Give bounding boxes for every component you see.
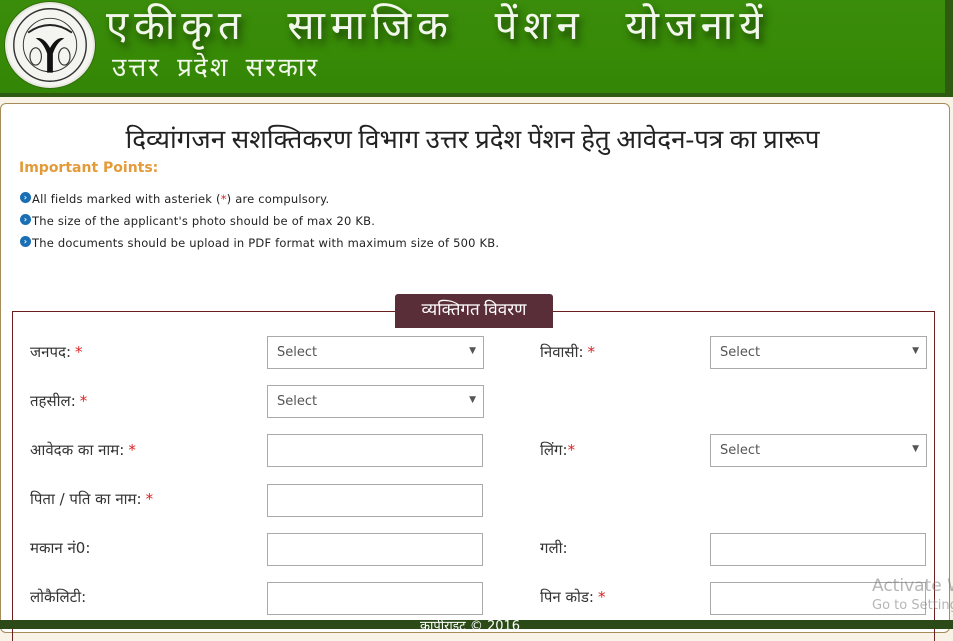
watermark-line2: Go to Settings to activate Windows.: [872, 598, 953, 613]
chevron-right-circle-icon: ›: [20, 236, 31, 247]
point-text: The documents should be upload in PDF fo…: [32, 236, 500, 250]
important-point: › The size of the applicant's photo shou…: [20, 210, 499, 232]
father-husband-name-label-text: पिता / पति का नाम:: [30, 490, 142, 508]
gender-label: लिंग:*: [540, 440, 575, 460]
niwasi-select[interactable]: Select ▼: [710, 336, 927, 369]
important-point: › All fields marked with asteriek ( * ) …: [20, 188, 499, 210]
up-emblem-icon: [5, 2, 95, 88]
tehsil-label-text: तहसील:: [30, 392, 76, 410]
point-text-end: ) are compulsory.: [226, 192, 330, 206]
required-star: *: [79, 392, 88, 410]
chevron-right-circle-icon: ›: [20, 192, 31, 203]
gender-select-value: Select: [720, 443, 761, 458]
header-subtitle: उत्तर प्रदेश सरकार: [112, 53, 320, 83]
required-star: *: [75, 343, 83, 361]
important-points-list: › All fields marked with asteriek ( * ) …: [20, 188, 499, 254]
required-star: *: [128, 441, 136, 459]
janpad-label-text: जनपद:: [30, 343, 71, 361]
activate-windows-watermark: Activate Windows Go to Settings to activ…: [872, 576, 953, 613]
required-star: *: [567, 441, 576, 459]
janpad-select[interactable]: Select ▼: [267, 336, 484, 369]
tehsil-select-value: Select: [277, 394, 318, 409]
copyright-text: कापीराइट © 2016: [420, 620, 521, 629]
locality-input[interactable]: [267, 582, 483, 615]
locality-label: लोकैलिटी:: [30, 588, 87, 606]
caret-down-icon: ▼: [912, 346, 919, 356]
header-title: एकीकृत सामाजिक पेंशन योजनायें: [106, 3, 769, 49]
niwasi-label: निवासी: *: [540, 342, 595, 362]
point-text: The size of the applicant's photo should…: [32, 214, 376, 228]
watermark-line1: Activate Windows: [872, 576, 953, 596]
caret-down-icon: ▼: [469, 346, 476, 356]
applicant-name-input[interactable]: [267, 434, 483, 467]
gender-select[interactable]: Select ▼: [710, 434, 927, 467]
niwasi-label-text: निवासी:: [540, 343, 584, 361]
site-footer: कापीराइट © 2016: [0, 620, 953, 629]
important-points-heading: Important Points:: [19, 160, 159, 176]
gender-label-text: लिंग:: [540, 441, 568, 459]
tehsil-label: तहसील: *: [30, 391, 87, 411]
important-point: › The documents should be upload in PDF …: [20, 232, 499, 254]
street-input[interactable]: [710, 533, 926, 566]
applicant-name-label: आवेदक का नाम: *: [30, 440, 136, 460]
father-husband-name-input[interactable]: [267, 484, 483, 517]
applicant-name-label-text: आवेदक का नाम:: [30, 441, 125, 459]
caret-down-icon: ▼: [912, 444, 919, 454]
pin-code-label: पिन कोड: *: [540, 587, 605, 607]
house-no-input[interactable]: [267, 533, 483, 566]
janpad-select-value: Select: [277, 345, 318, 360]
niwasi-select-value: Select: [720, 345, 761, 360]
pin-code-label-text: पिन कोड:: [540, 588, 594, 606]
chevron-right-circle-icon: ›: [20, 214, 31, 225]
personal-details-legend: व्यक्तिगत विवरण: [395, 294, 553, 328]
tehsil-select[interactable]: Select ▼: [267, 385, 484, 418]
caret-down-icon: ▼: [469, 395, 476, 405]
street-label: गली:: [540, 539, 568, 557]
required-star: *: [597, 588, 606, 606]
janpad-label: जनपद: *: [30, 342, 83, 362]
site-header: एकीकृत सामाजिक पेंशन योजनायें उत्तर प्रद…: [0, 0, 953, 97]
father-husband-name-label: पिता / पति का नाम: *: [30, 489, 153, 509]
house-no-label: मकान नं0:: [30, 539, 91, 557]
required-star: *: [145, 490, 154, 508]
header-banner: एकीकृत सामाजिक पेंशन योजनायें उत्तर प्रद…: [0, 0, 945, 93]
required-star: *: [587, 343, 596, 361]
page-title: दिव्यांगजन सशक्तिकरण विभाग उत्तर प्रदेश …: [125, 125, 820, 154]
point-text: All fields marked with asteriek (: [32, 192, 221, 206]
